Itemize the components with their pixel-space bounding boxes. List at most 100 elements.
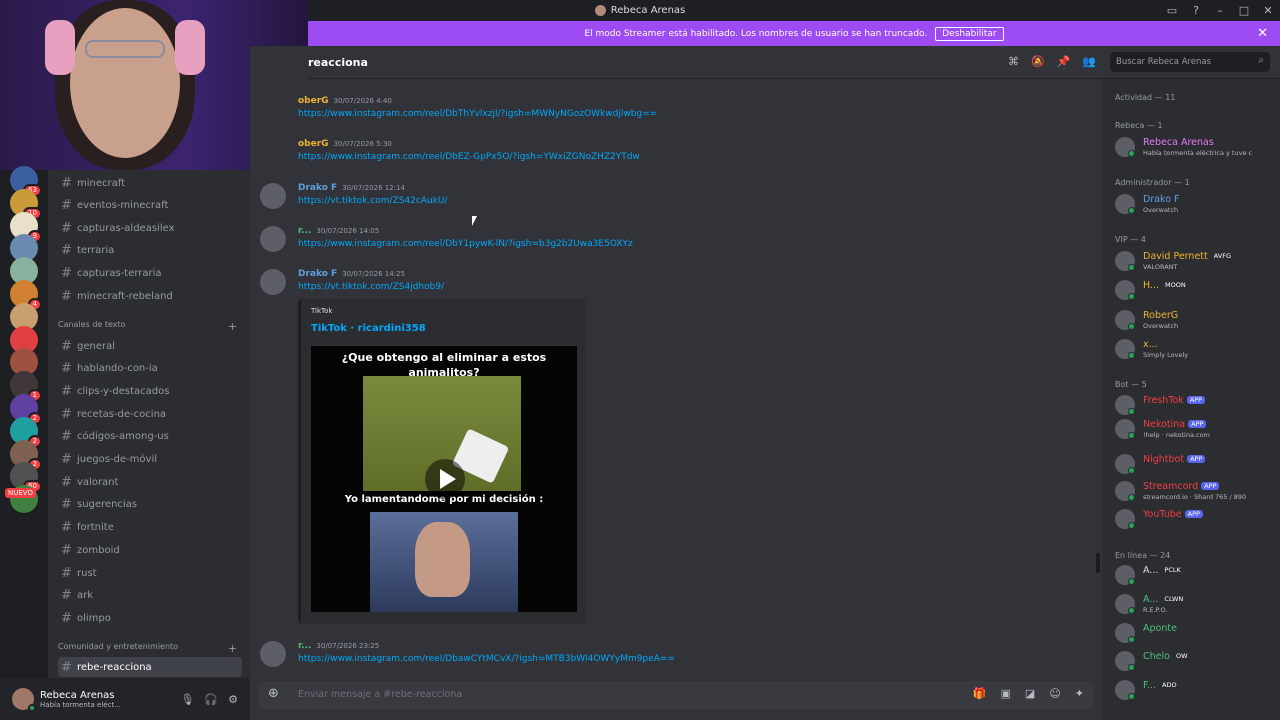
disable-streamer-button[interactable]: Deshabilitar: [935, 26, 1004, 41]
channel-item[interactable]: # clips-y-destacados: [58, 381, 242, 401]
channel-item[interactable]: # minecraft: [58, 173, 242, 193]
microphone-icon[interactable]: 🎙: [180, 693, 194, 706]
channel-item[interactable]: # valorant: [58, 472, 242, 492]
status-dot-icon: [1128, 352, 1135, 359]
member-item[interactable]: YouTube APP: [1115, 507, 1280, 531]
inbox-icon[interactable]: ▭: [1160, 4, 1184, 17]
message-link[interactable]: https://www.instagram.com/reel/DbThYvlxz…: [298, 109, 657, 119]
category-community[interactable]: Comunidad y entretenimiento +: [58, 642, 242, 655]
member-item[interactable]: Chelo OW: [1115, 649, 1280, 673]
timestamp: 30/07/2026 23:25: [316, 642, 380, 650]
channel-item[interactable]: # olimpo: [58, 608, 242, 628]
server-list: 63 10 9 4 1 2 2 2 60: [0, 166, 48, 720]
channel-list: # minecraft # eventos-minecraft # capturas-al…: [48, 170, 250, 678]
member-list-icon[interactable]: 👥: [1082, 55, 1096, 68]
channel-item[interactable]: # capturas-terraria: [58, 263, 242, 283]
author-name[interactable]: Drako F: [298, 183, 337, 193]
close-window-icon[interactable]: ✕: [1256, 4, 1280, 17]
avatar[interactable]: [12, 688, 36, 712]
author-name[interactable]: r...: [298, 226, 311, 236]
member-item[interactable]: FreshTok APP: [1115, 393, 1280, 417]
embed-title[interactable]: TikTok · ricardini358: [311, 323, 426, 334]
pin-icon[interactable]: 📌: [1057, 55, 1071, 68]
member-item[interactable]: F... ADO: [1115, 678, 1280, 702]
channel-item[interactable]: # minecraft-rebeland: [58, 286, 242, 306]
search-input[interactable]: Buscar Rebeca Arenas ⌕: [1110, 52, 1270, 72]
author-name[interactable]: Drako F: [298, 269, 337, 279]
message-link[interactable]: https://www.instagram.com/reel/DbawCYtMC…: [298, 654, 675, 664]
emoji-icon[interactable]: ☺: [1049, 687, 1060, 700]
message-link[interactable]: https://vt.tiktok.com/ZS4jdhob9/: [298, 282, 444, 292]
channel-item[interactable]: # hablando-con-ia: [58, 359, 242, 379]
notifications-icon[interactable]: 🔕: [1031, 55, 1045, 68]
message-link[interactable]: https://www.instagram.com/reel/DbEZ-GpPx…: [298, 152, 640, 162]
author-name[interactable]: oberG: [298, 139, 329, 149]
member-item[interactable]: David Pernett AVFG VALORANT: [1115, 249, 1280, 273]
channel-item[interactable]: # juegos-de-móvil: [58, 450, 242, 470]
play-icon[interactable]: [425, 459, 465, 499]
channel-item-active[interactable]: # rebe-reacciona: [58, 657, 242, 677]
channel-item[interactable]: # zomboid: [58, 540, 242, 560]
author-name[interactable]: oberG: [298, 96, 329, 106]
scrollbar[interactable]: [1096, 553, 1100, 573]
gift-icon[interactable]: 🎁: [973, 687, 987, 700]
headphones-icon[interactable]: 🎧: [204, 693, 218, 706]
add-attachment-icon[interactable]: ⊕: [268, 686, 279, 701]
avatar[interactable]: [260, 226, 286, 252]
add-channel-icon[interactable]: +: [228, 642, 237, 655]
category-text-channels[interactable]: Canales de texto +: [58, 320, 242, 333]
message-link[interactable]: https://vt.tiktok.com/ZS42cAukU/: [298, 196, 448, 206]
member-item[interactable]: A... PCLK: [1115, 563, 1280, 587]
member-status: !help · nekotina.com: [1143, 431, 1210, 439]
channel-label: clips-y-destacados: [77, 385, 170, 397]
video-thumbnail[interactable]: ¿Que obtengo al eliminar a estos animali…: [311, 346, 577, 612]
channel-item[interactable]: # fortnite: [58, 518, 242, 538]
window-title: Rebeca Arenas: [610, 5, 686, 16]
member-group-title: VIP — 4: [1115, 235, 1146, 244]
member-item[interactable]: x... Simply Lovely: [1115, 337, 1280, 361]
channel-item[interactable]: # general: [58, 336, 242, 356]
channel-item[interactable]: # sugerencias: [58, 495, 242, 515]
channel-item[interactable]: # eventos-minecraft: [58, 196, 242, 216]
author-name[interactable]: r...: [298, 641, 311, 651]
member-name-text: David Pernett: [1143, 251, 1208, 262]
member-name-text: Nekotina: [1143, 419, 1186, 430]
member-item[interactable]: Nekotina APP !help · nekotina.com: [1115, 417, 1280, 441]
status-dot-icon: [1128, 494, 1135, 501]
member-name-text: Aponte: [1143, 623, 1177, 634]
member-item[interactable]: Nightbot APP: [1115, 452, 1280, 476]
minimize-icon[interactable]: –: [1208, 4, 1232, 17]
member-item[interactable]: A... CLWN R.E.P.O.: [1115, 592, 1280, 616]
activity-header[interactable]: Actividad — 11: [1115, 93, 1175, 102]
member-item[interactable]: Streamcord APP streamcord.io · Shard 765 /…: [1115, 479, 1280, 503]
member-tag: CLWN: [1164, 595, 1184, 603]
member-item[interactable]: H... MOON: [1115, 278, 1280, 302]
sticker-icon[interactable]: ◪: [1025, 687, 1035, 700]
member-item[interactable]: Rebeca Arenas Había tormenta eléctrica y …: [1115, 135, 1280, 159]
member-item[interactable]: Aponte: [1115, 621, 1280, 645]
channel-item[interactable]: # recetas-de-cocina: [58, 404, 242, 424]
avatar[interactable]: [260, 641, 286, 667]
apps-icon[interactable]: ✦: [1075, 687, 1084, 700]
channel-item[interactable]: # capturas-aldeasilex: [58, 218, 242, 238]
gif-icon[interactable]: ▣: [1001, 687, 1011, 700]
close-banner-icon[interactable]: ✕: [1257, 26, 1268, 41]
member-tag: APP: [1201, 482, 1220, 490]
threads-icon[interactable]: ⌘: [1008, 55, 1019, 68]
channel-item[interactable]: # códigos-among-us: [58, 427, 242, 447]
help-icon[interactable]: ?: [1184, 4, 1208, 17]
member-item[interactable]: Drako F Overwatch: [1115, 192, 1280, 216]
add-channel-icon[interactable]: +: [228, 320, 237, 333]
member-tag: MOON: [1165, 281, 1186, 289]
settings-gear-icon[interactable]: ⚙: [228, 693, 238, 706]
avatar[interactable]: [260, 183, 286, 209]
maximize-icon[interactable]: □: [1232, 4, 1256, 17]
member-tag: PCLK: [1164, 566, 1181, 574]
message-composer[interactable]: ⊕ Enviar mensaje a #rebe-reacciona 🎁 ▣ ◪…: [258, 681, 1094, 709]
channel-item[interactable]: # rust: [58, 563, 242, 583]
message-link[interactable]: https://www.instagram.com/reel/DbY1pywK-…: [298, 239, 633, 249]
channel-item[interactable]: # ark: [58, 586, 242, 606]
avatar[interactable]: [260, 269, 286, 295]
channel-item[interactable]: # terraria: [58, 241, 242, 261]
member-item[interactable]: RoberG Overwatch: [1115, 308, 1280, 332]
